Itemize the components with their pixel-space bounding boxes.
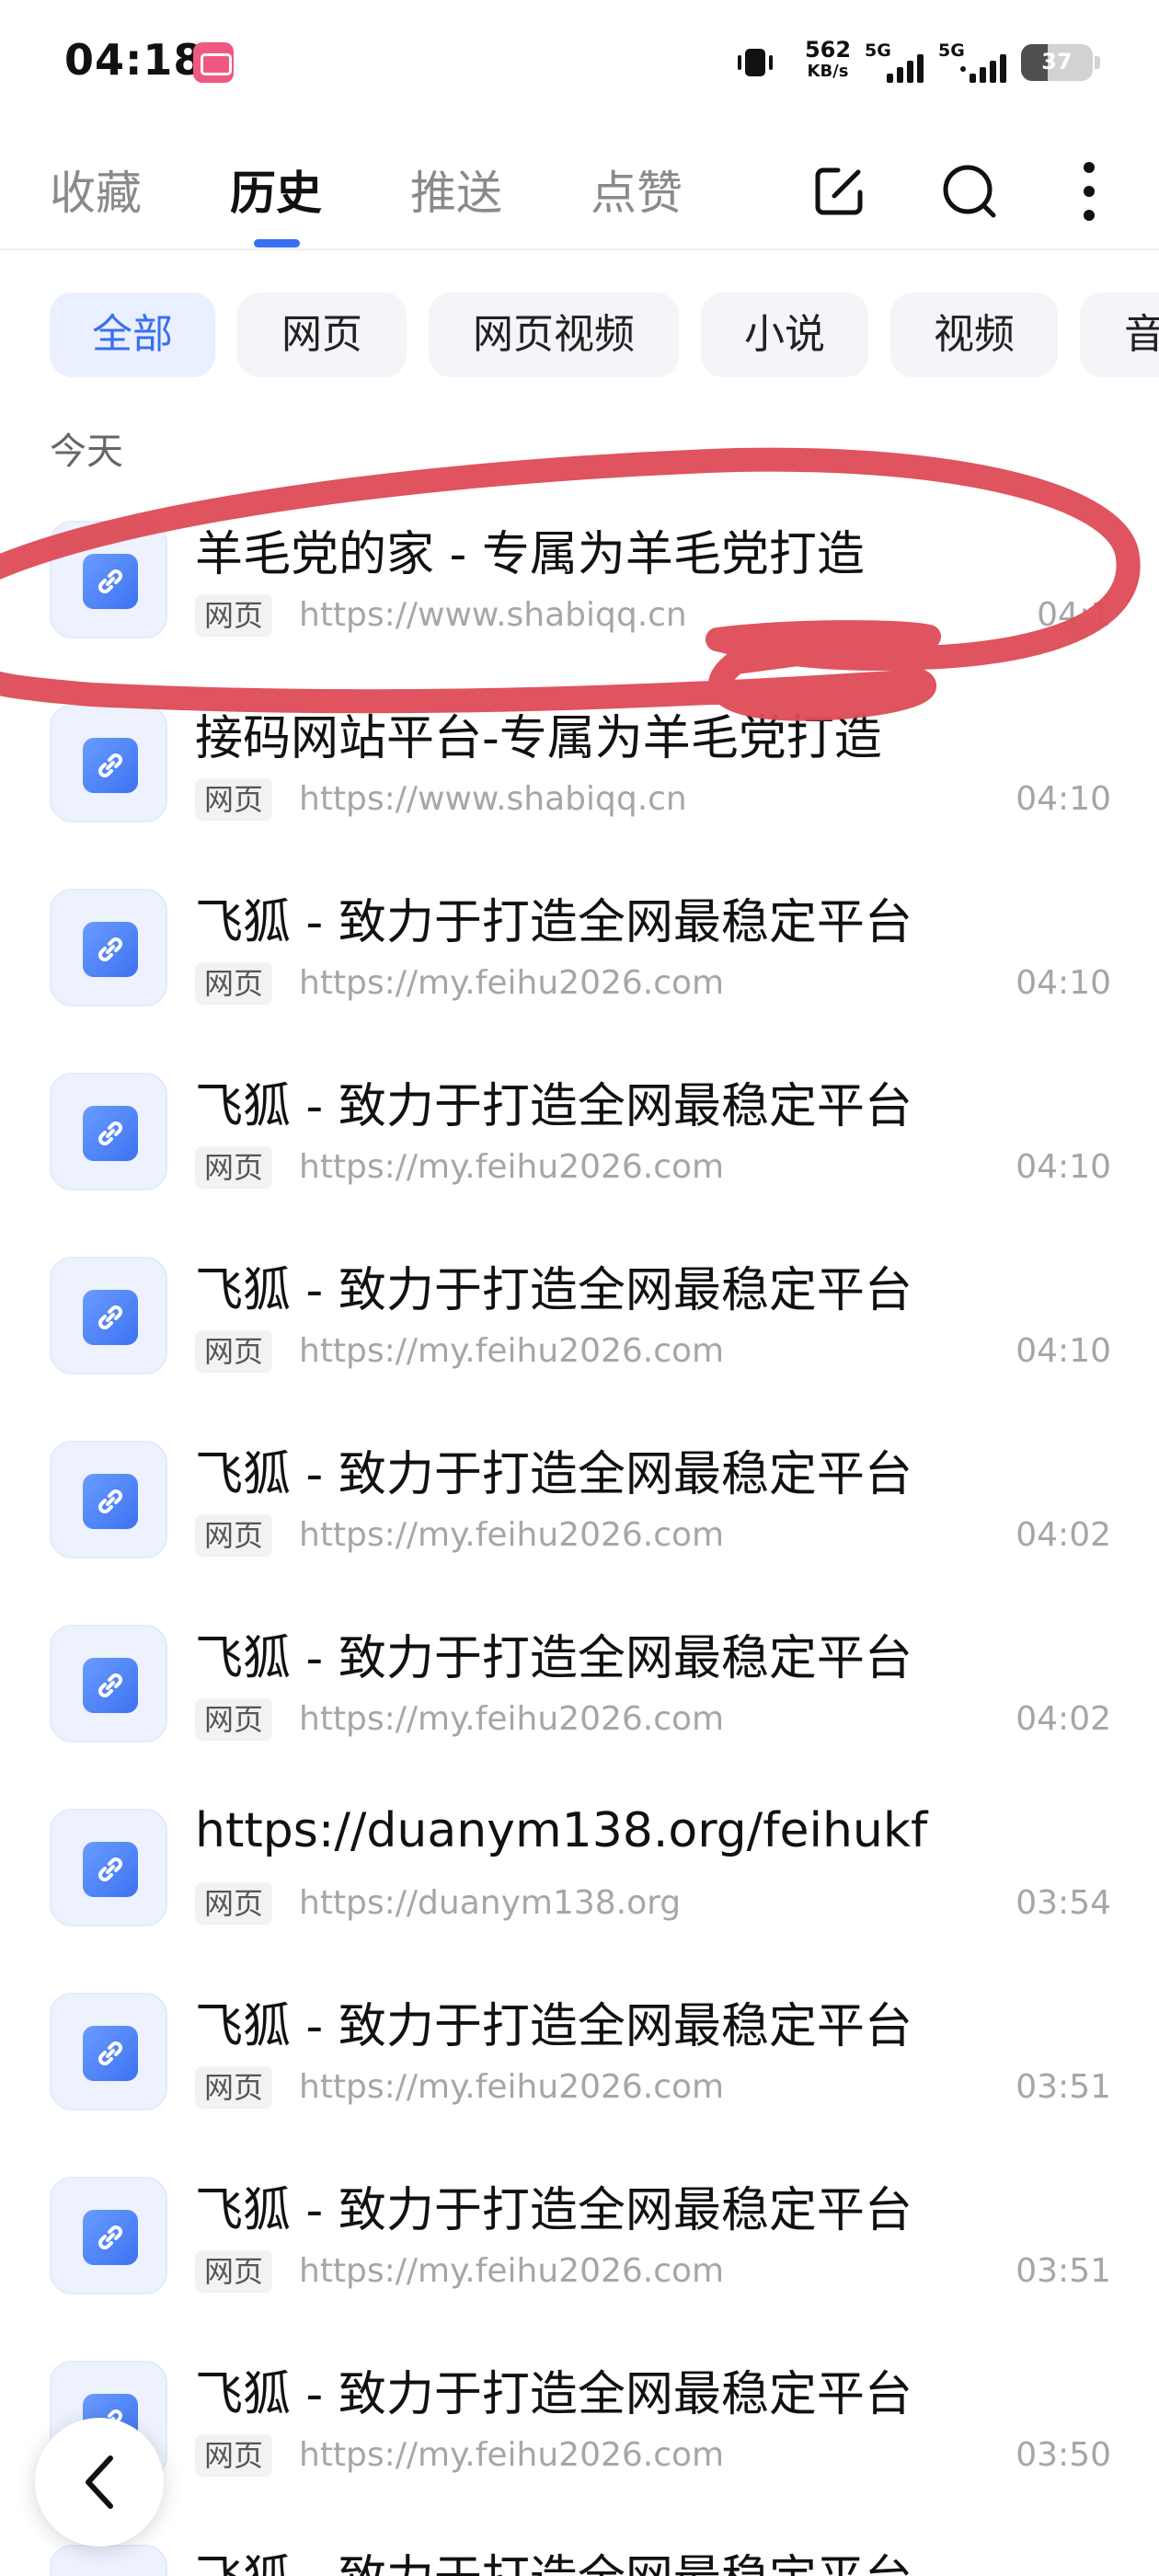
history-item-type-badge: 网页 bbox=[195, 2250, 273, 2293]
vibrate-icon bbox=[738, 49, 773, 76]
history-item-title: 飞狐 - 致力于打造全网最稳定平台 bbox=[195, 2539, 1115, 2576]
history-item-type-badge: 网页 bbox=[195, 1882, 273, 1925]
search-icon[interactable] bbox=[935, 156, 1004, 226]
history-item-type-badge: 网页 bbox=[195, 1330, 273, 1373]
history-item-title: 飞狐 - 致力于打造全网最稳定平台 bbox=[195, 1263, 912, 1318]
link-icon bbox=[50, 1993, 167, 2110]
link-icon bbox=[50, 521, 167, 638]
history-item-type-badge: 网页 bbox=[195, 2066, 273, 2109]
network-speed-value: 562 bbox=[804, 37, 852, 63]
history-item-type-badge: 网页 bbox=[195, 778, 273, 821]
link-icon bbox=[50, 1625, 167, 1742]
status-time: 04:18 bbox=[64, 35, 204, 85]
link-icon bbox=[50, 705, 167, 822]
history-item-title: https://duanym138.org/feihukf bbox=[195, 1803, 928, 1858]
chip-webpage[interactable]: 网页 bbox=[237, 293, 407, 377]
history-item[interactable]: 飞狐 - 致力于打造全网最稳定平台网页 https://my.feihu2026.… bbox=[0, 1969, 1159, 2153]
history-item-title: 飞狐 - 致力于打造全网最稳定平台 bbox=[195, 1631, 912, 1686]
history-item[interactable]: 飞狐 - 致力于打造全网最稳定平台网页 https://my.feihu2026.… bbox=[0, 1417, 1159, 1601]
history-item[interactable]: 飞狐 - 致力于打造全网最稳定平台网页 https://my.feihu2026.… bbox=[0, 865, 1159, 1049]
history-item-time: 04:1 bbox=[1037, 596, 1111, 634]
link-icon bbox=[50, 889, 167, 1006]
history-item-time: 04:10 bbox=[1016, 1332, 1111, 1370]
history-item-url: https://my.feihu2026.com bbox=[299, 2436, 725, 2474]
battery-level: 37 bbox=[1041, 49, 1073, 75]
history-item-title: 飞狐 - 致力于打造全网最稳定平台 bbox=[195, 2183, 912, 2238]
history-item-time: 04:10 bbox=[1016, 780, 1111, 818]
chip-novel[interactable]: 小说 bbox=[701, 293, 868, 377]
tab-push[interactable]: 推送 bbox=[410, 156, 502, 223]
section-today-label: 今天 bbox=[50, 431, 123, 473]
filter-chips: 全部 网页 网页视频 小说 视频 音 bbox=[0, 293, 1159, 377]
link-icon bbox=[50, 1073, 167, 1190]
history-item[interactable]: 羊毛党的家 - 专属为羊毛党打造网页 https://www.shabiqq.cn… bbox=[0, 497, 1159, 681]
history-item-type-badge: 网页 bbox=[195, 594, 273, 637]
signal-sim1-icon: 5G bbox=[865, 40, 931, 83]
chip-video[interactable]: 视频 bbox=[890, 293, 1058, 377]
history-item[interactable]: 飞狐 - 致力于打造全网最稳定平台网页 https://my.feihu2026.… bbox=[0, 1049, 1159, 1233]
history-item-title: 飞狐 - 致力于打造全网最稳定平台 bbox=[195, 1447, 912, 1502]
history-item-time: 04:02 bbox=[1016, 1700, 1111, 1738]
history-item-time: 03:51 bbox=[1016, 2068, 1111, 2106]
battery-icon: 37 bbox=[1021, 44, 1100, 81]
history-item-title: 飞狐 - 致力于打造全网最稳定平台 bbox=[195, 895, 912, 950]
link-icon bbox=[50, 1257, 167, 1374]
history-item[interactable]: 飞狐 - 致力于打造全网最稳定平台网页 https://my.feihu2026.… bbox=[0, 2337, 1159, 2521]
history-item[interactable]: 飞狐 - 致力于打造全网最稳定平台网页 bbox=[0, 2521, 1159, 2576]
history-item-url: https://my.feihu2026.com bbox=[299, 2252, 725, 2290]
signal-sim2-icon: 5G bbox=[938, 40, 1006, 83]
tab-history[interactable]: 历史 bbox=[230, 156, 322, 223]
history-item-url: https://my.feihu2026.com bbox=[299, 1516, 725, 1554]
bilibili-icon bbox=[193, 42, 234, 83]
network-speed: 562 KB/s bbox=[800, 39, 855, 80]
status-bar: 04:18 562 KB/s 5G 5G 37 bbox=[0, 0, 1159, 125]
chip-all[interactable]: 全部 bbox=[50, 293, 215, 377]
history-item-type-badge: 网页 bbox=[195, 1514, 273, 1557]
link-icon bbox=[50, 2177, 167, 2294]
tab-likes[interactable]: 点赞 bbox=[591, 156, 683, 223]
history-item-url: https://my.feihu2026.com bbox=[299, 1332, 725, 1370]
history-item-type-badge: 网页 bbox=[195, 1698, 273, 1741]
link-icon bbox=[50, 1809, 167, 1926]
history-item-title: 接码网站平台-专属为羊毛党打造 bbox=[195, 711, 882, 766]
history-item-time: 03:54 bbox=[1016, 1884, 1111, 1922]
history-item-title: 飞狐 - 致力于打造全网最稳定平台 bbox=[195, 1079, 912, 1134]
history-item-url: https://www.shabiqq.cn bbox=[299, 780, 687, 818]
history-item-type-badge: 网页 bbox=[195, 1146, 273, 1189]
history-item-type-badge: 网页 bbox=[195, 962, 273, 1005]
history-item-time: 04:10 bbox=[1016, 964, 1111, 1002]
history-item-title: 飞狐 - 致力于打造全网最稳定平台 bbox=[195, 1999, 912, 2054]
network-speed-unit: KB/s bbox=[807, 62, 849, 81]
top-nav: 收藏 历史 推送 点赞 bbox=[0, 138, 1159, 250]
history-item-url: https://my.feihu2026.com bbox=[299, 964, 725, 1002]
link-icon bbox=[50, 1441, 167, 1558]
history-item[interactable]: 飞狐 - 致力于打造全网最稳定平台网页 https://my.feihu2026.… bbox=[0, 2153, 1159, 2337]
more-vertical-icon[interactable] bbox=[1054, 156, 1124, 226]
history-item-title: 羊毛党的家 - 专属为羊毛党打造 bbox=[195, 527, 865, 582]
tab-favorites[interactable]: 收藏 bbox=[50, 156, 142, 223]
history-list: 羊毛党的家 - 专属为羊毛党打造网页 https://www.shabiqq.cn… bbox=[0, 497, 1159, 2576]
chip-audio[interactable]: 音 bbox=[1080, 293, 1159, 377]
history-item[interactable]: 飞狐 - 致力于打造全网最稳定平台网页 https://my.feihu2026.… bbox=[0, 1601, 1159, 1785]
history-item-time: 03:50 bbox=[1016, 2436, 1111, 2474]
history-item-time: 04:10 bbox=[1016, 1148, 1111, 1186]
link-icon bbox=[50, 2545, 167, 2576]
history-item-url: https://duanym138.org bbox=[299, 1884, 682, 1922]
history-item[interactable]: 飞狐 - 致力于打造全网最稳定平台网页 https://my.feihu2026.… bbox=[0, 1233, 1159, 1417]
history-item[interactable]: https://duanym138.org/feihukf 网页 https://d… bbox=[0, 1785, 1159, 1969]
history-item-title: 飞狐 - 致力于打造全网最稳定平台 bbox=[195, 2367, 912, 2422]
chevron-left-icon bbox=[86, 2455, 113, 2509]
history-item-url: https://my.feihu2026.com bbox=[299, 1700, 725, 1738]
history-item-time: 04:02 bbox=[1016, 1516, 1111, 1554]
history-item-url: https://my.feihu2026.com bbox=[299, 1148, 725, 1186]
history-item-url: https://www.shabiqq.cn bbox=[299, 596, 687, 634]
back-button[interactable] bbox=[35, 2418, 164, 2547]
edit-icon[interactable] bbox=[804, 156, 874, 226]
chip-web-video[interactable]: 网页视频 bbox=[429, 293, 679, 377]
history-item-url: https://my.feihu2026.com bbox=[299, 2068, 725, 2106]
active-tab-indicator bbox=[254, 239, 300, 247]
history-item[interactable]: 接码网站平台-专属为羊毛党打造网页 https://www.shabiqq.cn 0… bbox=[0, 681, 1159, 865]
history-item-type-badge: 网页 bbox=[195, 2434, 273, 2477]
history-item-time: 03:51 bbox=[1016, 2252, 1111, 2290]
